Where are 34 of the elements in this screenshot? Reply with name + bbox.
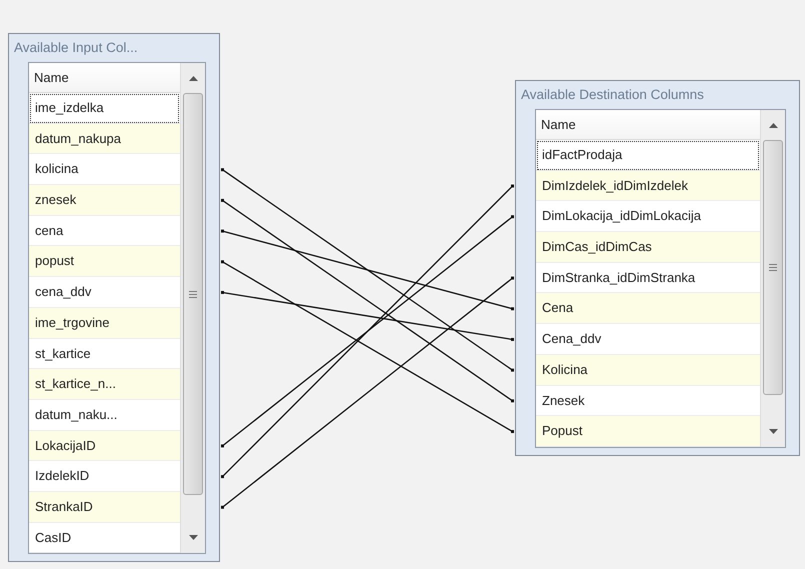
scroll-thumb[interactable]: [763, 140, 783, 395]
list-item[interactable]: znesek: [29, 185, 180, 216]
mapping-line[interactable]: [221, 290, 514, 341]
scrollbar[interactable]: [180, 63, 205, 554]
mapping-line[interactable]: [221, 260, 514, 434]
mapping-line[interactable]: [221, 230, 514, 310]
list-item[interactable]: st_kartice_n...: [29, 369, 180, 400]
list-item[interactable]: Popust: [536, 416, 760, 447]
mapping-line[interactable]: [221, 198, 514, 402]
scrollbar[interactable]: [760, 110, 785, 447]
list-item[interactable]: ime_trgovine: [29, 308, 180, 338]
list-item[interactable]: datum_nakupa: [29, 124, 180, 154]
list-item[interactable]: Kolicina: [536, 354, 760, 386]
scroll-up-icon[interactable]: [768, 122, 778, 128]
scroll-up-icon[interactable]: [188, 75, 198, 81]
list-item[interactable]: ime_izdelka: [29, 93, 180, 124]
grip-icon: [769, 264, 777, 271]
mapping-line[interactable]: [221, 168, 514, 372]
list-item[interactable]: LokacijaID: [29, 430, 180, 462]
mapping-line[interactable]: [221, 215, 514, 448]
panel-title: Available Input Col...: [14, 39, 139, 57]
mapping-line[interactable]: [221, 184, 514, 478]
list-item[interactable]: idFactProdaja: [536, 140, 760, 171]
list-item[interactable]: DimIzdelek_idDimIzdelek: [536, 170, 760, 202]
scroll-down-icon[interactable]: [768, 428, 778, 435]
scroll-thumb[interactable]: [183, 93, 203, 495]
list-item[interactable]: DimCas_idDimCas: [536, 232, 760, 263]
panel-title: Available Destination Columns: [521, 86, 705, 104]
list-item[interactable]: Cena: [536, 293, 760, 324]
grip-icon: [189, 290, 197, 298]
mapping-line[interactable]: [221, 276, 514, 509]
list-item[interactable]: StrankaID: [29, 492, 180, 523]
list-item[interactable]: popust: [29, 246, 180, 278]
scroll-down-icon[interactable]: [188, 535, 198, 542]
